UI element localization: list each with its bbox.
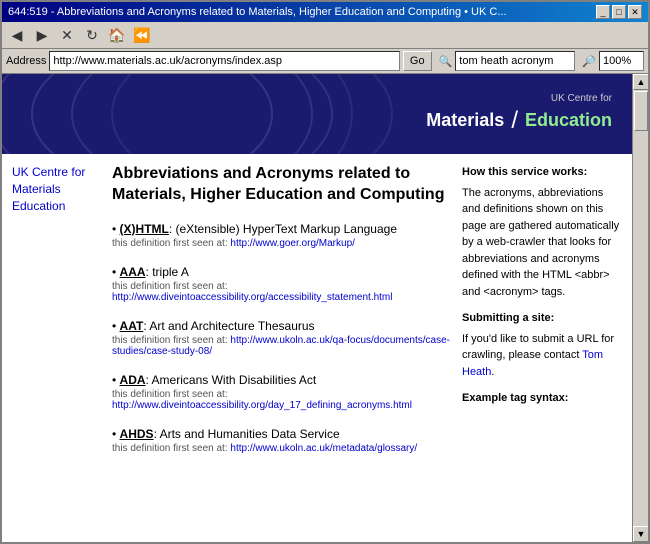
term-abbr: AAT (120, 319, 144, 333)
article-title: Abbreviations and Acronyms related to Ma… (112, 164, 452, 206)
window-title: 644:519 - Abbreviations and Acronyms rel… (8, 6, 507, 18)
forward-button[interactable]: ▶ (31, 24, 53, 46)
term-source-link[interactable]: http://www.ukoln.ac.uk/qa-focus/document… (112, 335, 450, 357)
term-source: this definition first seen at: http://ww… (112, 443, 452, 454)
logo-text: UK Centre for Materials / Education (426, 92, 612, 136)
logo-education-label: Education (525, 109, 612, 132)
term-bullet: • AHDS: Arts and Humanities Data Service (112, 427, 340, 441)
site-logo: UK Centre for Materials / Education (426, 92, 612, 136)
main-layout: UK Centre for Materials Education Abbrev… (2, 154, 632, 478)
term-abbr: ADA (120, 373, 146, 387)
term-abbr: AHDS (120, 427, 154, 441)
term-entry-xhtml: • (X)HTML: (eXtensible) HyperText Markup… (112, 220, 452, 249)
sidebar-home-link[interactable]: UK Centre for Materials Education (12, 165, 85, 213)
term-source: this definition first seen at: http://ww… (112, 335, 452, 357)
go-button[interactable]: Go (403, 51, 432, 71)
term-source: this definition first seen at: http://ww… (112, 281, 452, 303)
term-source: this definition first seen at: http://ww… (112, 238, 452, 249)
left-sidebar: UK Centre for Materials Education (12, 164, 102, 468)
how-works-text: The acronyms, abbreviations and definiti… (462, 185, 622, 301)
right-sidebar: How this service works: The acronyms, ab… (462, 164, 622, 468)
search-icon: 🔍 (439, 55, 453, 68)
term-entry-aat: • AAT: Art and Architecture Thesaurus th… (112, 317, 452, 357)
logo-uk-label: UK Centre for (426, 92, 612, 105)
close-button[interactable]: ✕ (628, 5, 642, 19)
back-button[interactable]: ◀ (6, 24, 28, 46)
address-bar: Address Go 🔍 🔎 (2, 49, 648, 74)
term-source-link[interactable]: http://www.diveintoaccessibility.org/day… (112, 400, 412, 411)
browser-content: UK Centre for Materials / Education UK C… (2, 74, 648, 542)
term-bullet: • AAA: triple A (112, 265, 189, 279)
search-input[interactable] (455, 51, 575, 71)
term-def: : Art and Architecture Thesaurus (143, 319, 314, 333)
address-label: Address (6, 55, 46, 67)
term-source-link[interactable]: http://www.diveintoaccessibility.org/acc… (112, 292, 392, 303)
zoom-icon: 🔎 (582, 55, 596, 68)
stop-button[interactable]: ✕ (56, 24, 78, 46)
page-header: UK Centre for Materials / Education (2, 74, 632, 154)
browser-window: 644:519 - Abbreviations and Acronyms rel… (0, 0, 650, 544)
zoom-input[interactable] (599, 51, 644, 71)
term-entry-ada: • ADA: Americans With Disabilities Act t… (112, 371, 452, 411)
term-def: : triple A (146, 265, 189, 279)
scroll-down-button[interactable]: ▼ (633, 526, 648, 542)
term-entry-ahds: • AHDS: Arts and Humanities Data Service… (112, 425, 452, 454)
main-article: Abbreviations and Acronyms related to Ma… (112, 164, 452, 468)
title-bar: 644:519 - Abbreviations and Acronyms rel… (2, 2, 648, 22)
history-button[interactable]: ⏪ (131, 24, 153, 46)
logo-divider: / (511, 105, 518, 136)
term-source: this definition first seen at: http://ww… (112, 389, 452, 411)
maximize-button[interactable]: □ (612, 5, 626, 19)
browser-toolbar: ◀ ▶ ✕ ↻ 🏠 ⏪ (2, 22, 648, 49)
term-def: : (eXtensible) HyperText Markup Language (169, 222, 397, 236)
scrollbar-thumb[interactable] (634, 91, 648, 131)
submit-title: Submitting a site: (462, 310, 622, 327)
example-title: Example tag syntax: (462, 390, 622, 407)
submit-text: If you'd like to submit a URL for crawli… (462, 331, 622, 381)
term-def: : Arts and Humanities Data Service (154, 427, 340, 441)
url-input[interactable] (49, 51, 400, 71)
minimize-button[interactable]: _ (596, 5, 610, 19)
page-content: UK Centre for Materials / Education UK C… (2, 74, 632, 542)
how-works-title: How this service works: (462, 164, 622, 181)
term-def: : Americans With Disabilities Act (146, 373, 317, 387)
window-controls: _ □ ✕ (596, 5, 642, 19)
term-bullet: • AAT: Art and Architecture Thesaurus (112, 319, 315, 333)
term-bullet: • (X)HTML: (eXtensible) HyperText Markup… (112, 222, 397, 236)
term-bullet: • ADA: Americans With Disabilities Act (112, 373, 316, 387)
home-button[interactable]: 🏠 (106, 24, 128, 46)
term-entry-aaa: • AAA: triple A this definition first se… (112, 263, 452, 303)
term-abbr: AAA (120, 265, 146, 279)
term-source-link[interactable]: http://www.ukoln.ac.uk/metadata/glossary… (230, 443, 417, 454)
scrollbar-track[interactable] (633, 90, 648, 526)
term-source-link[interactable]: http://www.goer.org/Markup/ (230, 238, 355, 249)
refresh-button[interactable]: ↻ (81, 24, 103, 46)
scroll-up-button[interactable]: ▲ (633, 74, 648, 90)
logo-materials-label: Materials (426, 109, 504, 132)
term-abbr: (X)HTML (120, 222, 169, 236)
scrollbar-right: ▲ ▼ (632, 74, 648, 542)
